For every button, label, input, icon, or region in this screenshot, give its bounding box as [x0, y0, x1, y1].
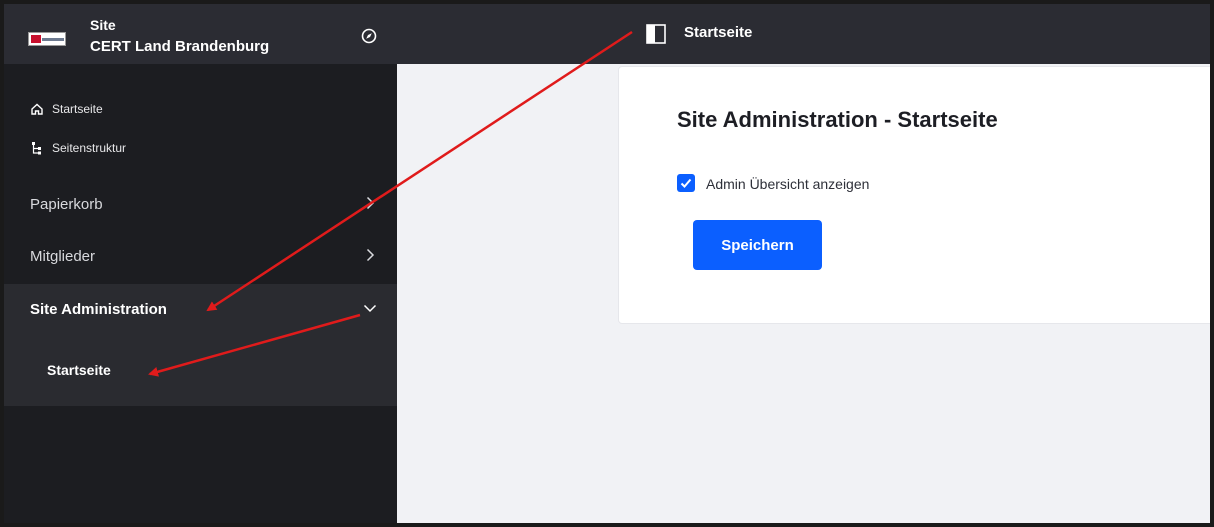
sidebar-item-mitglieder[interactable]: Mitglieder — [4, 231, 397, 281]
chevron-right-icon — [366, 248, 375, 262]
app-frame: Site CERT Land Brandenburg Startseite Se… — [0, 0, 1214, 527]
checkbox-label[interactable]: Admin Übersicht anzeigen — [706, 176, 869, 192]
submenu-item-startseite[interactable]: Startseite — [47, 362, 111, 378]
admin-overview-checkbox[interactable] — [677, 174, 695, 192]
tree-icon — [32, 142, 41, 155]
sidebar-item-seitenstruktur[interactable]: Seitenstruktur — [30, 141, 126, 155]
top-bar: Startseite — [397, 4, 1210, 64]
page-title: Startseite — [684, 24, 753, 41]
sidebar-item-label: Mitglieder — [30, 247, 96, 265]
sidebar-item-label: Papierkorb — [30, 195, 103, 213]
chevron-down-icon — [363, 304, 377, 313]
checkmark-icon — [680, 178, 692, 188]
site-header: Site CERT Land Brandenburg — [4, 4, 397, 64]
save-button[interactable]: Speichern — [693, 220, 822, 270]
card-heading: Site Administration - Startseite — [677, 107, 998, 132]
settings-card: Site Administration - Startseite Admin Ü… — [618, 66, 1210, 324]
sidebar-item-site-administration[interactable]: Site Administration — [4, 284, 397, 334]
compass-icon[interactable] — [361, 28, 377, 44]
sidebar-item-label: Site Administration — [30, 300, 167, 318]
sidebar-item-startseite[interactable]: Startseite — [30, 102, 103, 116]
site-name[interactable]: CERT Land Brandenburg — [90, 38, 269, 56]
sidebar: Site CERT Land Brandenburg Startseite Se… — [4, 4, 397, 523]
chevron-right-icon — [366, 196, 375, 210]
submenu-site-administration: Startseite — [4, 334, 397, 406]
site-logo[interactable] — [28, 32, 66, 46]
home-icon — [31, 103, 43, 115]
sidebar-item-label: Startseite — [52, 102, 103, 116]
panel-toggle-icon[interactable] — [646, 24, 666, 44]
sidebar-item-papierkorb[interactable]: Papierkorb — [4, 179, 397, 229]
sidebar-item-label: Seitenstruktur — [52, 141, 127, 155]
site-label: Site — [90, 17, 116, 33]
